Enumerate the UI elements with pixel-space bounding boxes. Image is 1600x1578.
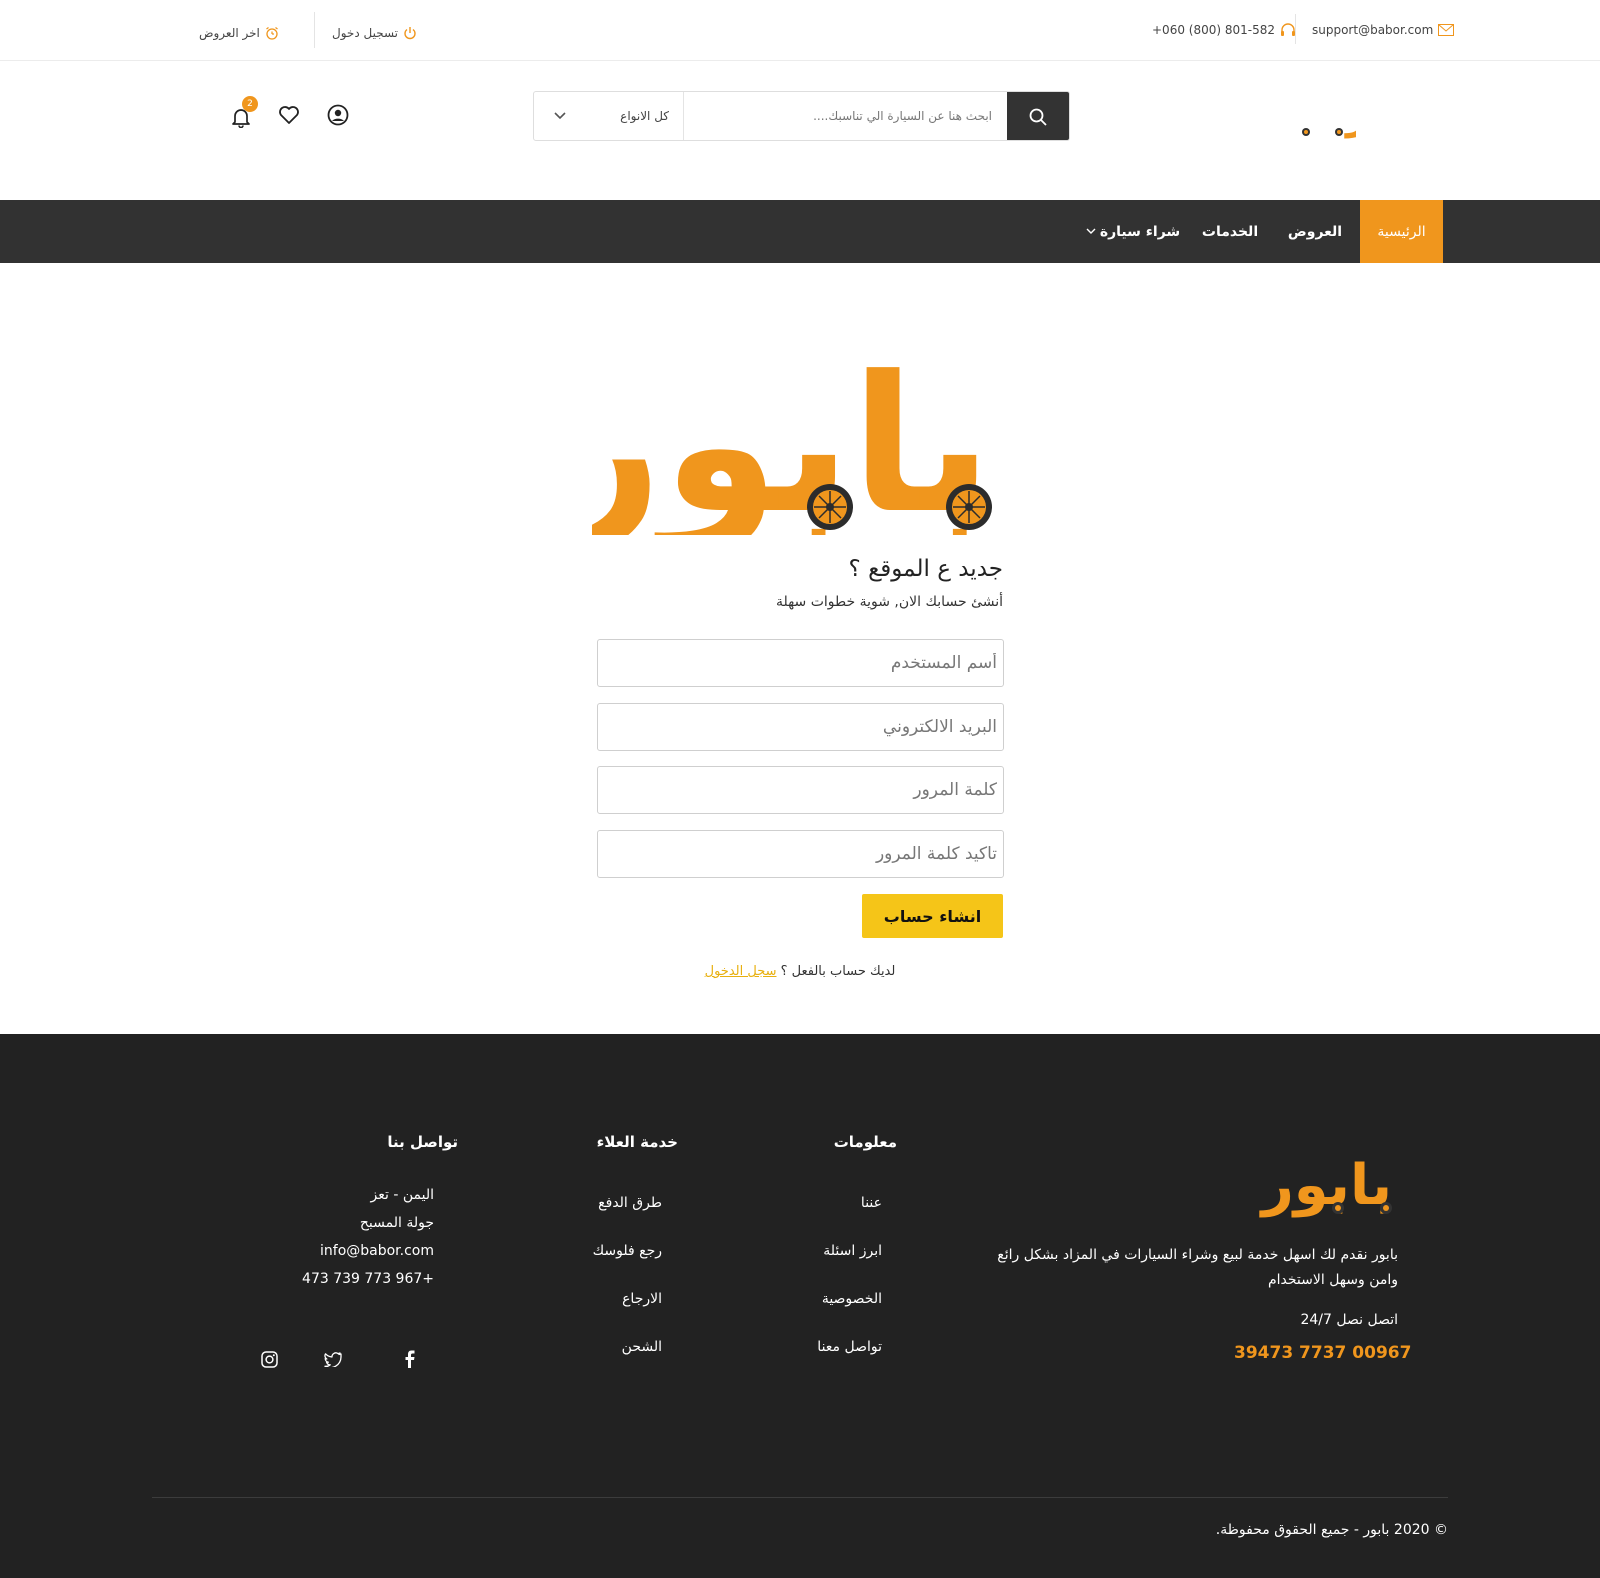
footer-address-line1: اليمن - تعز: [370, 1187, 434, 1203]
nav-home[interactable]: الرئيسية: [1360, 200, 1443, 263]
footer-service-heading: خدمة العلاء: [596, 1133, 678, 1151]
account-button[interactable]: [325, 102, 351, 128]
footer-address-line2: جولة المسبح: [359, 1215, 434, 1231]
twitter-icon: [324, 1351, 342, 1367]
main-nav: الرئيسية العروض الخدمات شراء سيارة: [0, 200, 1600, 263]
instagram-icon: [260, 1350, 278, 1368]
register-subtitle: أنشئ حسابك الان, شوية خطوات سهلة: [775, 594, 1003, 610]
wishlist-button[interactable]: [276, 102, 302, 128]
footer-contact-heading: تواصل بنا: [387, 1133, 458, 1151]
login-link-top[interactable]: تسجيل دخول: [332, 21, 417, 45]
username-field[interactable]: [597, 639, 1004, 687]
headset-icon: [1281, 22, 1295, 36]
footer-link-privacy[interactable]: الخصوصية: [822, 1291, 882, 1307]
wheel-icon: [807, 484, 853, 530]
wheel-icon: [946, 484, 992, 530]
category-select-value: كل الانواع: [620, 109, 669, 123]
user-icon: [327, 104, 349, 126]
search-icon: [1029, 108, 1047, 126]
footer-contact-label: اتصل نصل 24/7: [1300, 1312, 1398, 1328]
nav-buy-car[interactable]: شراء سيارة: [1078, 200, 1188, 263]
footer-copyright: © 2020 بابور - جميع الحقوق محفوظة.: [1215, 1522, 1448, 1538]
have-account-text: لديك حساب بالفعل ؟: [780, 964, 896, 979]
footer-contact-phone[interactable]: 39473 7737 00967: [1234, 1343, 1411, 1363]
site-logo[interactable]: بابور: [1246, 84, 1356, 144]
nav-buy-car-label: شراء سيارة: [1099, 223, 1181, 240]
login-link-top-label: تسجيل دخول: [332, 26, 398, 40]
heart-icon: [279, 106, 299, 124]
footer-contact-email[interactable]: info@babor.com: [320, 1243, 434, 1259]
support-email-text: support@babor.com: [1312, 23, 1434, 37]
footer-logo-text: بابور: [1259, 1153, 1392, 1218]
search-input[interactable]: [684, 92, 1008, 140]
support-email[interactable]: support@babor.com: [1312, 18, 1455, 42]
confirm-password-field[interactable]: [597, 830, 1004, 878]
support-phone-text: +060 (800) 801-582: [1152, 23, 1275, 37]
instagram-link[interactable]: [258, 1348, 280, 1370]
footer-link-payment[interactable]: طرق الدفع: [598, 1195, 662, 1211]
twitter-link[interactable]: [322, 1348, 344, 1370]
footer-about-line1: بابور نقدم لك اسهل خدمة لبيع وشراء السيا…: [997, 1247, 1398, 1263]
search-button[interactable]: [1007, 92, 1069, 140]
mail-icon: [1438, 24, 1455, 36]
alarm-clock-icon: [266, 27, 278, 40]
nav-offers[interactable]: العروض: [1275, 200, 1355, 263]
category-select[interactable]: كل الانواع: [534, 92, 684, 140]
footer-link-about[interactable]: عننا: [861, 1195, 882, 1211]
brand-logo-large: بابور: [592, 340, 992, 535]
login-link[interactable]: سجل الدخول: [705, 964, 777, 979]
nav-home-label: الرئيسية: [1377, 223, 1426, 240]
create-account-button[interactable]: انشاء حساب: [862, 894, 1003, 938]
chevron-down-icon: [1086, 228, 1096, 234]
footer-link-shipping[interactable]: الشحن: [622, 1339, 662, 1355]
register-title: جديد ع الموقع ؟: [848, 556, 1003, 582]
footer-logo[interactable]: بابور: [1244, 1150, 1399, 1220]
footer-link-faq[interactable]: ابرز اسئلة: [823, 1243, 882, 1259]
nav-services-label: الخدمات: [1201, 223, 1259, 240]
logo-text: بابور: [1344, 89, 1356, 139]
nav-offers-label: العروض: [1287, 223, 1343, 240]
notification-badge: 2: [242, 96, 258, 112]
footer-about-line2: وامن وسهل الاستخدام: [1267, 1272, 1398, 1288]
facebook-link[interactable]: [398, 1348, 420, 1370]
support-phone[interactable]: +060 (800) 801-582: [1152, 18, 1296, 42]
facebook-icon: [405, 1350, 415, 1368]
footer-info-heading: معلومات: [833, 1133, 897, 1151]
latest-offers-link[interactable]: اخر العروض: [199, 21, 279, 45]
chevron-down-icon: [554, 112, 566, 120]
password-field[interactable]: [597, 766, 1004, 814]
footer-contact-number[interactable]: 473 739 773 967+: [302, 1271, 434, 1287]
search-bar: كل الانواع: [533, 91, 1070, 141]
latest-offers-label: اخر العروض: [199, 26, 260, 40]
brand-logo-text: بابور: [592, 340, 992, 535]
footer-link-refund[interactable]: رجع فلوسك: [593, 1243, 662, 1259]
nav-services[interactable]: الخدمات: [1190, 200, 1270, 263]
email-field[interactable]: [597, 703, 1004, 751]
footer-link-returns[interactable]: الارجاع: [622, 1291, 662, 1307]
power-icon: [404, 27, 416, 40]
have-account-line: لديك حساب بالفعل ؟ سجل الدخول: [600, 964, 1000, 979]
top-bar: support@babor.com +060 (800) 801-582 تسج…: [0, 0, 1600, 61]
footer-link-contact[interactable]: تواصل معنا: [817, 1339, 882, 1355]
footer-divider: [152, 1497, 1448, 1498]
divider: [314, 12, 315, 48]
